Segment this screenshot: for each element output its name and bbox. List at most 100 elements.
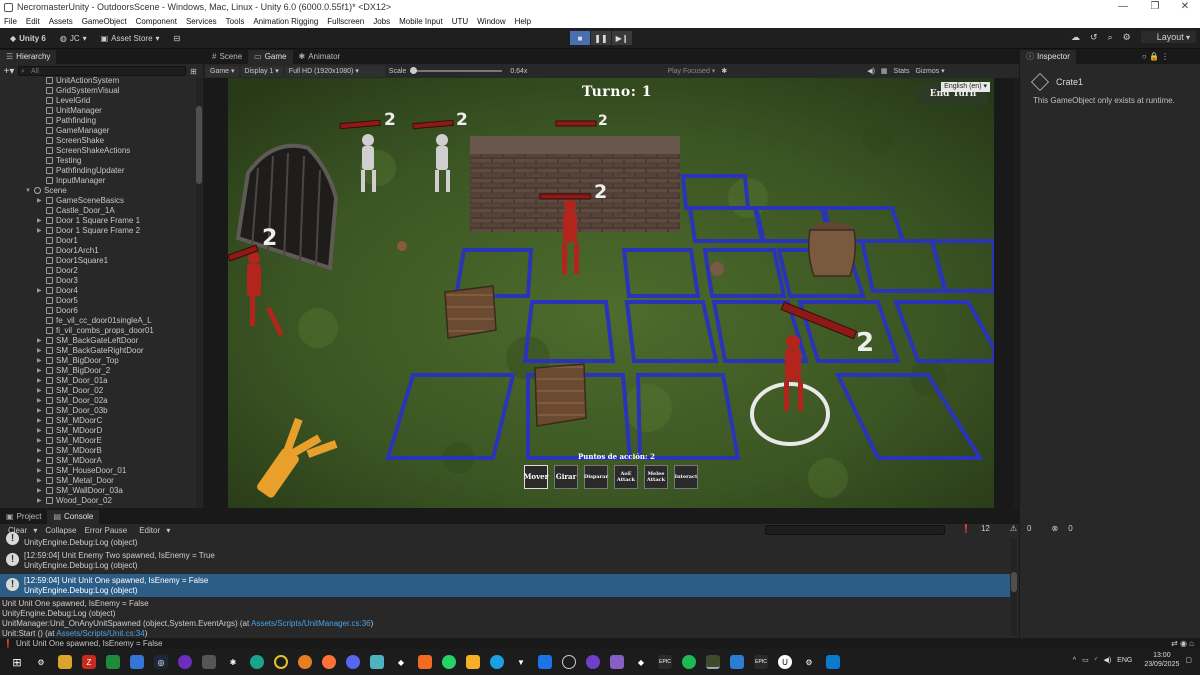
hierarchy-item[interactable]: Door1Square1 bbox=[0, 256, 196, 266]
app-disc-icon[interactable] bbox=[490, 655, 504, 669]
collapse-button[interactable]: Collapse bbox=[45, 526, 76, 535]
account-button[interactable]: ◍ JC ▾ bbox=[56, 31, 91, 45]
vscode-icon[interactable] bbox=[826, 655, 840, 669]
expand-arrow-down-icon[interactable]: ▼ bbox=[25, 186, 33, 196]
search-icon[interactable]: ⌕ bbox=[1108, 32, 1113, 43]
hierarchy-item[interactable]: GameManager bbox=[0, 126, 196, 136]
hierarchy-item[interactable]: ▶ Door 1 Square Frame 1 bbox=[0, 216, 196, 226]
active-game-icon[interactable] bbox=[706, 655, 720, 669]
filezilla-icon[interactable]: Z bbox=[82, 655, 96, 669]
menu-file[interactable]: File bbox=[4, 17, 17, 26]
step-button[interactable]: ▶❙ bbox=[612, 31, 632, 45]
pause-button[interactable]: ❚❚ bbox=[591, 31, 611, 45]
hierarchy-item[interactable]: ▶ SM_BigDoor_Top bbox=[0, 356, 196, 366]
expand-arrow-right-icon[interactable]: ▶ bbox=[37, 346, 45, 356]
game-mode-dropdown[interactable]: Game ▾ bbox=[206, 65, 239, 77]
expand-arrow-right-icon[interactable]: ▶ bbox=[37, 396, 45, 406]
game-viewport[interactable]: 2 2 2 2 2 2 Turno: 1 End Turn English (e… bbox=[228, 78, 994, 508]
editor-dropdown[interactable]: Editor ▾ bbox=[135, 526, 170, 535]
whatsapp-icon[interactable] bbox=[442, 655, 456, 669]
hierarchy-item[interactable]: ▶ SM_Door_01a bbox=[0, 376, 196, 386]
hierarchy-item[interactable]: ScreenShakeActions bbox=[0, 146, 196, 156]
hierarchy-item[interactable]: ▶ SM_Metal_Door bbox=[0, 476, 196, 486]
display-dropdown[interactable]: Display 1 ▾ bbox=[240, 65, 283, 77]
expand-arrow-right-icon[interactable]: ▶ bbox=[37, 436, 45, 446]
github-icon[interactable] bbox=[586, 655, 600, 669]
hierarchy-item[interactable]: Testing bbox=[0, 156, 196, 166]
windows-start-icon[interactable]: ⊞ bbox=[10, 655, 24, 669]
action-button-girar[interactable]: Girar bbox=[554, 465, 578, 489]
menu-utu[interactable]: UTU bbox=[452, 17, 468, 26]
unity-version-button[interactable]: ◆ Unity 6 bbox=[6, 31, 50, 45]
warn-count-toggle[interactable]: ⚠ 0 bbox=[1006, 524, 1038, 533]
app-wolf-icon[interactable]: ▼ bbox=[514, 655, 528, 669]
menu-services[interactable]: Services bbox=[186, 17, 217, 26]
package-icon[interactable]: ⊟ bbox=[170, 31, 185, 45]
hierarchy-item[interactable]: ▶ GameSceneBasics bbox=[0, 196, 196, 206]
clock[interactable]: 13:00 23/09/2025 bbox=[1138, 651, 1179, 669]
action-button-melee-attack[interactable]: Melee Attack bbox=[644, 465, 668, 489]
hierarchy-item[interactable]: UnitManager bbox=[0, 106, 196, 116]
hierarchy-item[interactable]: fe_vil_cc_door01singleA_L bbox=[0, 316, 196, 326]
hierarchy-item[interactable]: Door3 bbox=[0, 276, 196, 286]
expand-arrow-right-icon[interactable]: ▶ bbox=[37, 226, 45, 236]
settings-icon[interactable]: ⚙ bbox=[34, 655, 48, 669]
app-ring-icon[interactable] bbox=[274, 655, 288, 669]
tab-console[interactable]: ▤ Console bbox=[47, 510, 100, 524]
steam-icon[interactable]: ◎ bbox=[154, 655, 168, 669]
app-clock-icon[interactable] bbox=[562, 655, 576, 669]
audio-icon[interactable]: ◀) bbox=[867, 67, 875, 75]
hierarchy-item[interactable]: ▶ Door4 bbox=[0, 286, 196, 296]
expand-arrow-right-icon[interactable]: ▶ bbox=[37, 406, 45, 416]
console-log-row[interactable]: ! [12:59:04] Unit Enemy Two spawned, IsEn… bbox=[0, 549, 1010, 572]
hierarchy-search-input[interactable]: ⌕ All bbox=[18, 66, 186, 76]
scale-slider[interactable] bbox=[410, 67, 503, 74]
menu-help[interactable]: Help bbox=[515, 17, 531, 26]
epic-games-icon[interactable]: EPIC bbox=[658, 655, 672, 669]
hierarchy-item[interactable]: Door1 bbox=[0, 236, 196, 246]
aspect-icon[interactable]: ▦ bbox=[881, 67, 888, 75]
expand-arrow-right-icon[interactable]: ▶ bbox=[37, 216, 45, 226]
spreadsheet-icon[interactable] bbox=[106, 655, 120, 669]
play-focused-dropdown[interactable]: Play Focused ▾ bbox=[667, 67, 715, 75]
status-message[interactable]: Unit Unit One spawned, IsEnemy = False bbox=[16, 639, 163, 648]
hierarchy-item[interactable]: ▶ SM_Door_02 bbox=[0, 386, 196, 396]
language-dropdown[interactable]: English (en) ▾ bbox=[941, 82, 990, 92]
source-link[interactable]: Assets/Scripts/Unit.cs:34 bbox=[56, 629, 144, 638]
expand-arrow-right-icon[interactable]: ▶ bbox=[37, 196, 45, 206]
expand-arrow-right-icon[interactable]: ▶ bbox=[37, 366, 45, 376]
expand-arrow-right-icon[interactable]: ▶ bbox=[37, 416, 45, 426]
hierarchy-item[interactable]: ▶ SM_Door_03b bbox=[0, 406, 196, 416]
menu-assets[interactable]: Assets bbox=[49, 17, 73, 26]
visual-studio-icon[interactable] bbox=[610, 655, 624, 669]
tab-animator[interactable]: ✱ Animator bbox=[293, 50, 347, 64]
app-shield-icon[interactable] bbox=[466, 655, 480, 669]
hierarchy-item[interactable]: PathfindingUpdater bbox=[0, 166, 196, 176]
hierarchy-scroll-thumb[interactable] bbox=[196, 106, 202, 184]
menu-tools[interactable]: Tools bbox=[226, 17, 245, 26]
menu-gameobject[interactable]: GameObject bbox=[82, 17, 127, 26]
hierarchy-item[interactable]: Door1Arch1 bbox=[0, 246, 196, 256]
tab-scene[interactable]: # Scene bbox=[206, 50, 248, 64]
app-circle-icon[interactable] bbox=[178, 655, 192, 669]
play-button[interactable]: ■ bbox=[570, 31, 590, 45]
action-button-disparar[interactable]: Disparar bbox=[584, 465, 608, 489]
office-app-icon[interactable] bbox=[130, 655, 144, 669]
console-scroll-thumb[interactable] bbox=[1011, 572, 1017, 592]
hierarchy-item[interactable]: ▶ Door 1 Square Frame 2 bbox=[0, 226, 196, 236]
hierarchy-item[interactable]: ▶ SM_BackGateRightDoor bbox=[0, 346, 196, 356]
tab-project[interactable]: ▣ Project bbox=[0, 510, 47, 524]
scale-slider-handle[interactable] bbox=[410, 67, 418, 74]
unreal-icon[interactable]: U bbox=[778, 655, 792, 669]
asset-store-button[interactable]: ▣ Asset Store ▾ bbox=[97, 31, 164, 45]
hierarchy-item[interactable]: Door6 bbox=[0, 306, 196, 316]
tray-chevron-icon[interactable]: ^ bbox=[1073, 657, 1076, 664]
hierarchy-item[interactable]: ▶ SM_MDoorD bbox=[0, 426, 196, 436]
hierarchy-item[interactable]: ▶ SM_BackGateLeftDoor bbox=[0, 336, 196, 346]
expand-arrow-right-icon[interactable]: ▶ bbox=[37, 446, 45, 456]
hierarchy-item[interactable]: ▶ SM_BigDoor_2 bbox=[0, 366, 196, 376]
menu-mobile-input[interactable]: Mobile Input bbox=[399, 17, 443, 26]
hierarchy-item[interactable]: ▼ Scene bbox=[0, 186, 196, 196]
app-box-icon[interactable] bbox=[202, 655, 216, 669]
hierarchy-item[interactable]: Pathfinding bbox=[0, 116, 196, 126]
